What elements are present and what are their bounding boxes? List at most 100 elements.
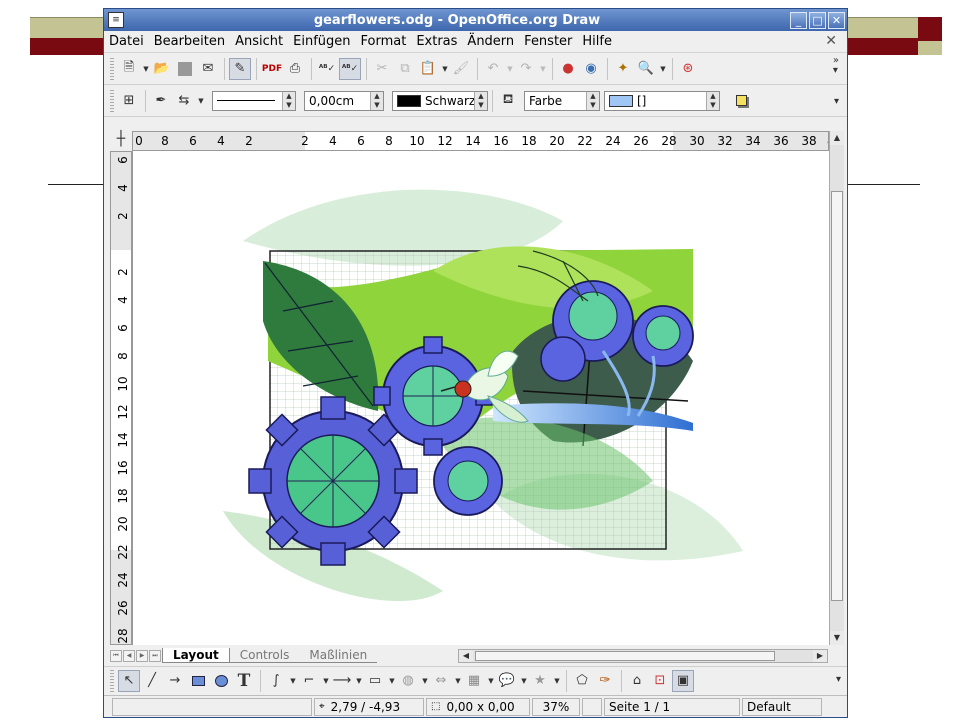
menu-extras[interactable]: Extras: [411, 34, 462, 49]
connector-dropdown-icon[interactable]: ▼: [321, 677, 331, 685]
line-pen-icon[interactable]: ✒: [150, 90, 172, 112]
cut-icon[interactable]: ✂: [371, 58, 393, 80]
toolbar-overflow-icon[interactable]: ▾: [834, 97, 839, 107]
redo-dropdown-icon[interactable]: ▼: [538, 65, 548, 73]
connector-tool-icon[interactable]: ⌐: [298, 670, 320, 692]
toolbar-overflow-icon[interactable]: ▾: [836, 675, 841, 685]
area-bucket-icon[interactable]: ⛾: [497, 90, 519, 112]
auto-spellcheck-icon[interactable]: ᴬᴮ✓: [339, 57, 361, 80]
rectangles-dropdown-icon[interactable]: ▼: [387, 677, 397, 685]
horizontal-scrollbar[interactable]: ◀ ▶: [458, 649, 828, 663]
line-width-spin-icon[interactable]: ▲ ▼: [370, 91, 383, 110]
menu-aendern[interactable]: Ändern: [462, 34, 519, 49]
block-arrows-dropdown-icon[interactable]: ▼: [453, 677, 463, 685]
callouts-icon[interactable]: 💬: [496, 670, 518, 692]
shadow-icon[interactable]: [730, 90, 752, 112]
tab-layout[interactable]: Layout: [162, 648, 230, 663]
line-style-spin-icon[interactable]: ▲ ▼: [282, 91, 295, 110]
maximize-button[interactable]: □: [809, 11, 826, 29]
tab-masslinien[interactable]: Maßlinien: [299, 648, 378, 663]
export-pdf-icon[interactable]: PDF: [261, 58, 283, 80]
navigator-icon[interactable]: ◉: [580, 58, 602, 80]
stars-dropdown-icon[interactable]: ▼: [552, 677, 562, 685]
tab-controls[interactable]: Controls: [229, 648, 300, 663]
rectangles-icon[interactable]: ▭: [364, 670, 386, 692]
circles-icon[interactable]: ◍: [397, 670, 419, 692]
save-icon[interactable]: [174, 58, 196, 80]
line-style-select[interactable]: ▲ ▼: [212, 90, 296, 111]
vertical-ruler[interactable]: 6 4 2 2 4 6 8 10 12 14 16 18 20 22 24 26 28: [110, 151, 132, 645]
menu-format[interactable]: Format: [356, 34, 412, 49]
gallery-icon[interactable]: ▣: [672, 669, 694, 692]
paste-icon[interactable]: 📋: [417, 58, 439, 80]
copy-icon[interactable]: ⧉: [394, 58, 416, 80]
undo-dropdown-icon[interactable]: ▼: [505, 65, 515, 73]
open-folder-icon[interactable]: 📂: [151, 58, 173, 80]
new-document-icon[interactable]: 🗎: [118, 58, 140, 80]
status-zoom[interactable]: 37%: [532, 697, 580, 716]
3d-objects-dropdown-icon[interactable]: ▼: [486, 677, 496, 685]
line-tool-icon[interactable]: ╱: [141, 670, 163, 692]
text-tool-icon[interactable]: T: [233, 670, 255, 692]
rectangle-tool-icon[interactable]: [187, 670, 209, 692]
menu-einfuegen[interactable]: Einfügen: [288, 34, 355, 49]
next-tab-icon[interactable]: ▶: [136, 649, 148, 662]
stars-icon[interactable]: ★: [529, 670, 551, 692]
spellcheck-icon[interactable]: ᴬᴮ✓: [316, 58, 338, 80]
line-width-field[interactable]: 0,00cm ▲ ▼: [304, 90, 384, 111]
curve-tool-icon[interactable]: ∫: [265, 670, 287, 692]
lines-arrows-dropdown-icon[interactable]: ▼: [354, 677, 364, 685]
vertical-scrollbar[interactable]: ▲ ▼: [829, 131, 844, 645]
horizontal-scroll-thumb[interactable]: [475, 651, 775, 661]
block-arrows-icon[interactable]: ⇔: [430, 670, 452, 692]
menu-ansicht[interactable]: Ansicht: [230, 34, 288, 49]
scroll-down-icon[interactable]: ▼: [830, 631, 844, 645]
redo-icon[interactable]: ↷: [515, 58, 537, 80]
horizontal-ruler[interactable]: 0864224681012141618202224262830323436384: [132, 131, 829, 151]
chart-icon[interactable]: ●: [557, 58, 579, 80]
fontwork-icon[interactable]: ⌂: [626, 670, 648, 692]
points-icon[interactable]: ✦: [612, 58, 634, 80]
undo-icon[interactable]: ↶: [482, 58, 504, 80]
gearflowers-artwork[interactable]: [133, 151, 829, 645]
toolbar-grip[interactable]: [110, 57, 114, 80]
arrow-style-dropdown-icon[interactable]: ▼: [196, 97, 206, 105]
menu-hilfe[interactable]: Hilfe: [577, 34, 617, 49]
new-dropdown-icon[interactable]: ▼: [141, 65, 151, 73]
curve-dropdown-icon[interactable]: ▼: [288, 677, 298, 685]
toolbar-grip[interactable]: [110, 669, 114, 692]
edit-file-icon[interactable]: ✎: [229, 57, 251, 80]
drawing-canvas[interactable]: [132, 151, 829, 645]
vertical-scroll-thumb[interactable]: [831, 191, 843, 601]
paste-dropdown-icon[interactable]: ▼: [440, 65, 450, 73]
callouts-dropdown-icon[interactable]: ▼: [519, 677, 529, 685]
area-style-select[interactable]: Farbe ▲ ▼: [524, 90, 600, 111]
glue-points-icon[interactable]: ✑: [594, 670, 616, 692]
select-pointer-icon[interactable]: ↖: [118, 669, 140, 692]
last-tab-icon[interactable]: ⏭: [149, 649, 161, 662]
scroll-up-icon[interactable]: ▲: [830, 131, 844, 145]
document-icon[interactable]: ≡: [108, 12, 124, 28]
arrow-style-icon[interactable]: ⇆: [173, 90, 195, 112]
menu-fenster[interactable]: Fenster: [519, 34, 577, 49]
toolbar-grip[interactable]: [110, 89, 114, 112]
zoom-icon[interactable]: 🔍: [635, 58, 657, 80]
grid-icon[interactable]: ⊞: [118, 90, 140, 112]
first-tab-icon[interactable]: ⏮: [110, 649, 122, 662]
format-paintbrush-icon[interactable]: 🖌: [450, 58, 472, 80]
zoom-dropdown-icon[interactable]: ▼: [658, 65, 668, 73]
line-color-select[interactable]: Schwarz ▲ ▼: [392, 90, 488, 111]
close-document-icon[interactable]: ✕: [825, 33, 837, 49]
line-arrow-tool-icon[interactable]: →: [164, 670, 186, 692]
line-color-spin-icon[interactable]: ▲ ▼: [474, 91, 487, 110]
from-file-icon[interactable]: ⊡: [649, 670, 671, 692]
circles-dropdown-icon[interactable]: ▼: [420, 677, 430, 685]
scroll-right-icon[interactable]: ▶: [813, 650, 827, 662]
print-icon[interactable]: ⎙: [284, 58, 306, 80]
3d-objects-icon[interactable]: ▦: [463, 670, 485, 692]
help-icon[interactable]: ⊛: [677, 58, 699, 80]
edit-points-icon[interactable]: ⬠: [571, 670, 593, 692]
area-style-spin-icon[interactable]: ▲ ▼: [586, 91, 599, 110]
close-button[interactable]: ✕: [828, 11, 845, 29]
ellipse-tool-icon[interactable]: [210, 670, 232, 692]
